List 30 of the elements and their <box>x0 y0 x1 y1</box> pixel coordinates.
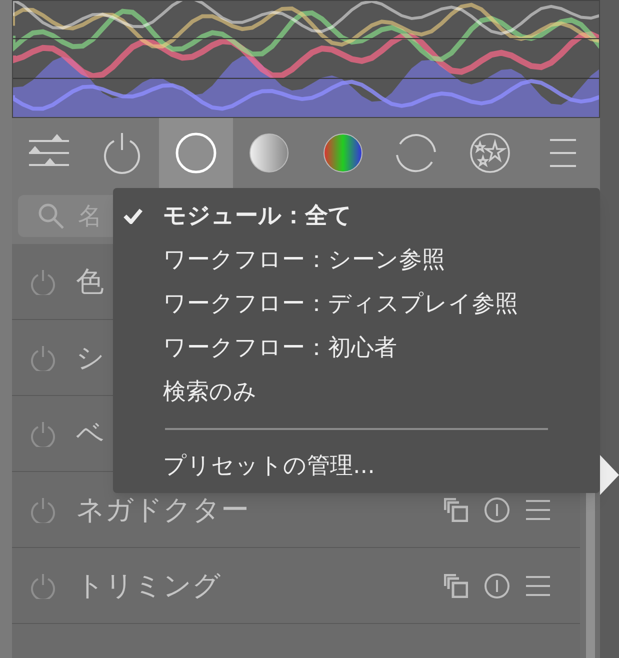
menu-icon <box>549 138 578 168</box>
checkmark-icon <box>123 208 143 224</box>
search-icon <box>38 203 64 229</box>
power-icon[interactable] <box>30 420 56 446</box>
menu-item[interactable]: ワークフロー：初心者 <box>113 326 600 370</box>
power-icon[interactable] <box>30 496 56 522</box>
module-name: 色 <box>76 264 104 300</box>
expand-arrow-icon[interactable] <box>600 455 619 495</box>
reset-icon[interactable] <box>484 572 510 598</box>
reset-icon[interactable] <box>484 496 510 522</box>
menu-item[interactable]: モジュール：全て <box>113 194 600 238</box>
power-icon[interactable] <box>30 268 56 294</box>
circle-icon <box>174 132 217 174</box>
menu-item[interactable]: ワークフロー：ディスプレイ参照 <box>113 282 600 326</box>
menu-item[interactable]: 検索のみ <box>113 370 600 414</box>
power-icon[interactable] <box>30 572 56 598</box>
gradient-circle-icon <box>248 132 290 174</box>
module-group-tab[interactable] <box>159 118 232 188</box>
menu-icon[interactable] <box>526 498 550 520</box>
module-name: ネガドクター <box>76 492 249 528</box>
module-name: トリミング <box>76 568 221 604</box>
stars-icon <box>468 132 511 174</box>
copy-icon[interactable] <box>444 574 468 598</box>
menu-item[interactable]: ワークフロー：シーン参照 <box>113 238 600 282</box>
copy-icon[interactable] <box>444 498 468 522</box>
power-icon[interactable] <box>30 344 56 370</box>
module-name: シ <box>76 340 105 376</box>
color-circle-icon <box>322 132 364 174</box>
menu-icon[interactable] <box>526 574 550 596</box>
module-name: ベ <box>76 416 105 452</box>
